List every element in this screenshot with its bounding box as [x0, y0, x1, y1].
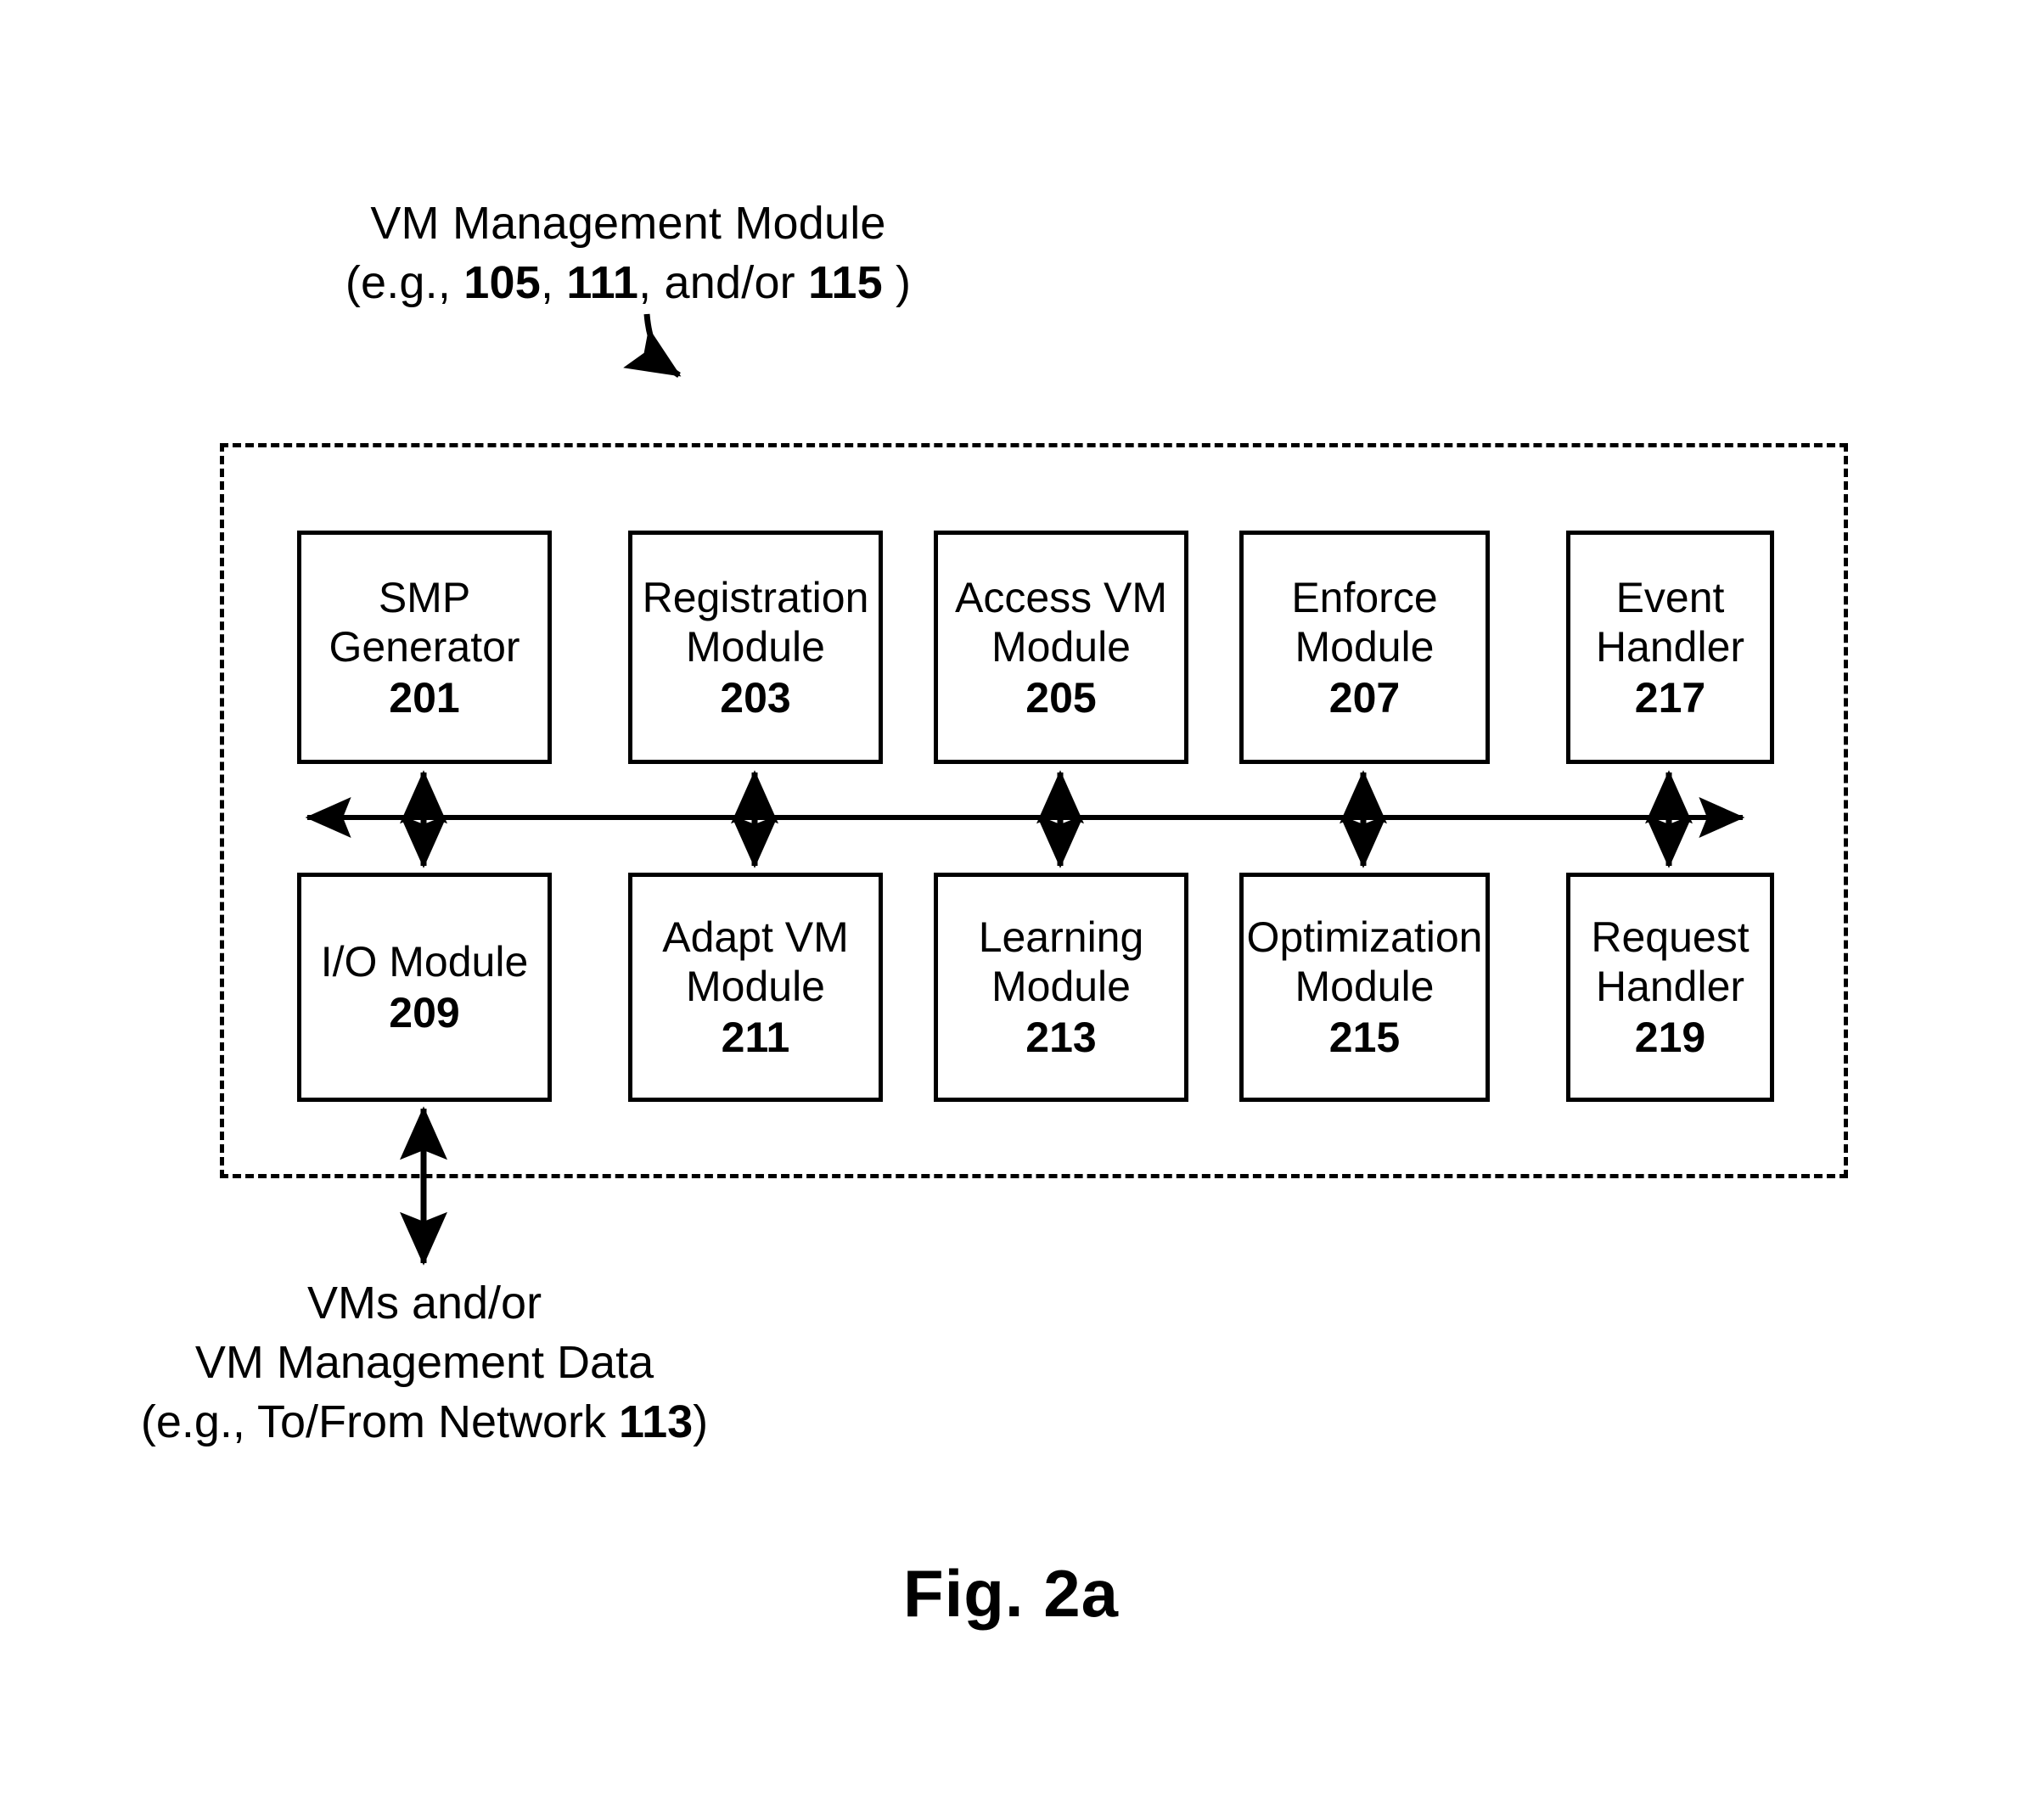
module-box-request-handler: Request Handler 219 — [1566, 873, 1774, 1102]
callout-ref-105: 105 — [463, 257, 541, 309]
module-box-optimization-module: Optimization Module 215 — [1239, 873, 1490, 1102]
module-label: Registration Module — [642, 573, 869, 671]
module-label: Adapt VM Module — [662, 913, 849, 1010]
callout-ref-115: 115 — [808, 257, 883, 309]
callout-sep-b: , and/or — [638, 257, 809, 309]
module-number: 215 — [1328, 1014, 1401, 1061]
patent-figure-2a: VM Management Module (e.g., 105, 111, an… — [0, 0, 2022, 1820]
module-label: Request Handler — [1591, 913, 1750, 1010]
module-box-enforce-module: Enforce Module 207 — [1239, 531, 1490, 764]
io-caption-prefix: (e.g., To/From Network — [140, 1396, 620, 1448]
callout-vm-management-module: VM Management Module (e.g., 105, 111, an… — [323, 194, 934, 312]
module-number: 205 — [1025, 673, 1097, 722]
callout-reference-line: (e.g., 105, 111, and/or 115 ) — [323, 253, 934, 312]
module-number: 201 — [389, 673, 460, 722]
callout-pointer-arrow — [623, 313, 682, 378]
module-number: 203 — [720, 673, 791, 722]
callout-title: VM Management Module — [370, 198, 886, 249]
callout-sep-a: , — [540, 257, 567, 309]
io-caption-line-1: VMs and/or — [306, 1278, 542, 1328]
io-caption-ref-113: 113 — [619, 1396, 694, 1448]
module-box-io-module: I/O Module 209 — [297, 873, 552, 1102]
figure-label: Fig. 2a — [902, 1556, 1120, 1631]
module-box-smp-generator: SMP Generator 201 — [297, 531, 552, 764]
callout-prefix: (e.g., — [345, 257, 464, 309]
module-label: I/O Module — [320, 938, 529, 986]
callout-ref-111: 111 — [566, 257, 639, 309]
module-box-access-vm-module: Access VM Module 205 — [934, 531, 1188, 764]
module-label: SMP Generator — [329, 573, 520, 671]
io-data-caption: VMs and/or VM Management Data (e.g., To/… — [93, 1273, 755, 1452]
module-number: 217 — [1634, 673, 1706, 722]
module-label: Learning Module — [978, 913, 1144, 1010]
io-caption-suffix: ) — [693, 1396, 709, 1448]
module-box-registration-module: Registration Module 203 — [628, 531, 883, 764]
io-caption-line-2: VM Management Data — [194, 1337, 654, 1389]
module-label: Event Handler — [1595, 573, 1745, 671]
module-box-event-handler: Event Handler 217 — [1566, 531, 1774, 764]
module-box-learning-module: Learning Module 213 — [934, 873, 1188, 1102]
module-label: Optimization Module — [1246, 913, 1483, 1010]
io-caption-line-3: (e.g., To/From Network 113) — [93, 1392, 755, 1452]
module-label: Access VM Module — [954, 573, 1168, 671]
module-box-adapt-vm-module: Adapt VM Module 211 — [628, 873, 883, 1102]
module-number: 213 — [1025, 1014, 1097, 1061]
module-label: Enforce Module — [1291, 573, 1438, 671]
callout-suffix: ) — [882, 257, 912, 309]
module-number: 219 — [1634, 1014, 1706, 1061]
module-number: 211 — [721, 1014, 790, 1061]
module-number: 207 — [1328, 673, 1401, 722]
module-number: 209 — [389, 989, 460, 1036]
